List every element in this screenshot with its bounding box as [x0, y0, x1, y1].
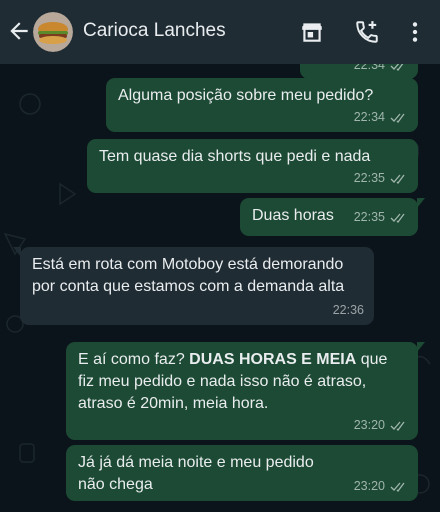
message-time: 22:34: [353, 64, 385, 72]
message-bubble-incoming[interactable]: Está em rota com Motoboy está demorando …: [13, 247, 374, 325]
message-bubble-outgoing[interactable]: E aí como faz? DUAS HORAS E MEIA que fiz…: [66, 342, 425, 440]
contact-avatar[interactable]: [33, 12, 73, 52]
message-text: Tem quase dia shorts que pedi e nada: [99, 148, 371, 165]
message-bubble-outgoing[interactable]: Alguma posição sobre meu pedido? 22:34: [106, 78, 418, 132]
message-text-bold: DUAS HORAS E MEIA: [189, 351, 357, 368]
message-text: Já já dá meia noite e meu pedido não che…: [78, 454, 314, 493]
message-bubble-outgoing[interactable]: Já já dá meia noite e meu pedido não che…: [66, 445, 418, 501]
read-receipt-icon: [390, 64, 403, 71]
read-receipt-icon: [390, 174, 405, 184]
read-receipt-icon: [390, 421, 405, 431]
message-list[interactable]: 22:34 Alguma posição sobre meu pedido? 2…: [0, 64, 440, 512]
bubble-tail: [13, 247, 21, 257]
read-receipt-icon: [390, 213, 405, 223]
message-time: 22:35: [353, 171, 385, 185]
message-text: Está em rota com Motoboy está demorando …: [32, 256, 345, 295]
message-bubble-outgoing[interactable]: 22:34: [300, 64, 418, 79]
message-time: 22:34: [353, 110, 385, 124]
bubble-tail: [417, 342, 425, 352]
message-time: 22:35: [353, 210, 385, 224]
back-arrow-icon[interactable]: [6, 18, 32, 44]
more-vert-icon[interactable]: [402, 19, 428, 45]
message-text-part: E aí como faz?: [78, 351, 190, 368]
message-bubble-outgoing[interactable]: Duas horas 22:35: [240, 198, 425, 236]
message-time: 22:36: [332, 303, 364, 317]
add-call-icon[interactable]: [354, 19, 380, 45]
message-time: 23:20: [353, 418, 385, 432]
message-time: 23:20: [353, 479, 385, 493]
chat-header: Carioca Lanches: [0, 0, 440, 64]
read-receipt-icon: [390, 113, 405, 123]
contact-name[interactable]: Carioca Lanches: [83, 20, 226, 42]
read-receipt-icon: [390, 482, 405, 492]
message-text: Duas horas: [252, 207, 334, 224]
message-text: Alguma posição sobre meu pedido?: [118, 87, 374, 104]
message-bubble-outgoing[interactable]: Tem quase dia shorts que pedi e nada 22:…: [87, 139, 418, 193]
bubble-tail: [417, 198, 425, 208]
store-icon[interactable]: [299, 19, 325, 45]
